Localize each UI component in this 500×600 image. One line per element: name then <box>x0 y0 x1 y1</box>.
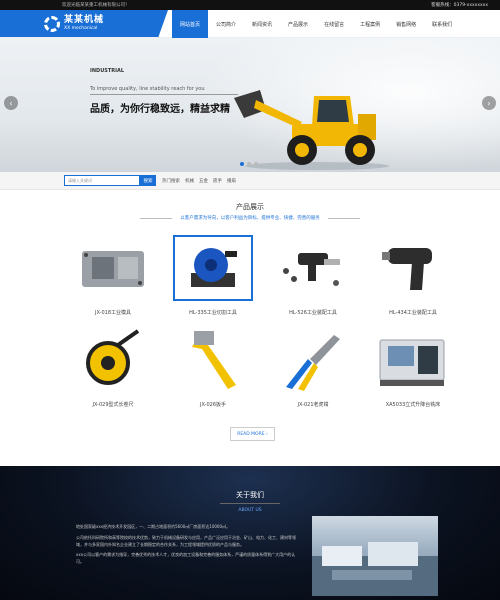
product-name: JX-026扳手 <box>200 402 226 408</box>
nav-news[interactable]: 新闻资讯 <box>244 10 280 38</box>
nav-home[interactable]: 网站首页 <box>172 10 209 38</box>
wheel-loader-image <box>234 90 389 170</box>
main-nav: 网站首页 公司简介 新闻资讯 产品展示 在线留言 工程案例 销售网络 联系我们 <box>172 10 460 38</box>
banner-industrial: INDUSTRIAL <box>90 68 124 74</box>
about-paragraph: xxx公司以客户的需求为指导，完善优秀的技术人才，优良的加工设备和完善的服务体系… <box>76 552 296 565</box>
banner-industrial-title: INDUSTRIAL <box>90 68 125 74</box>
about-subtitle: ABOUT US <box>238 508 262 513</box>
logo-cn: 某某机械 <box>64 14 105 25</box>
product-image <box>273 327 353 393</box>
product-card[interactable]: JX-021老虎钳 <box>268 327 358 415</box>
read-more-button[interactable]: READ MORE › <box>230 427 275 441</box>
site-header: 某某机械 XX mechanical 网站首页 公司简介 新闻资讯 产品展示 在… <box>0 10 500 38</box>
product-image <box>73 235 153 301</box>
search-button[interactable]: 搜索 <box>140 175 156 186</box>
product-card[interactable]: JX-029型式长卷尺 <box>68 327 158 415</box>
product-image <box>373 327 453 393</box>
about-paragraph: 地处国家级xxx经济技术开发园区，一、二期占地面积约5600㎡厂房面积达1000… <box>76 524 231 529</box>
about-text: 地处国家级xxx经济技术开发园区，一、二期占地面积约5600㎡厂房面积达1000… <box>76 524 298 570</box>
search-bar: 请输入关键词 搜索 热门搜索 机械 五金 扳手 播扇 <box>0 172 500 190</box>
slide-dot[interactable] <box>240 162 244 166</box>
about-title: 关于我们 <box>236 491 264 499</box>
hotline: 客服热线：0379-xxxxxxxx <box>431 2 488 8</box>
search-input[interactable]: 请输入关键词 <box>64 175 140 186</box>
slide-indicators <box>240 162 258 166</box>
hot-search-term[interactable]: 扳手 <box>213 178 222 184</box>
hot-search-term[interactable]: 机械 <box>185 178 194 184</box>
gear-logo-icon <box>44 16 60 32</box>
nav-message[interactable]: 在线留言 <box>316 10 352 38</box>
product-name: HL-434工业装配工具 <box>389 310 437 316</box>
hot-search-term[interactable]: 播扇 <box>227 178 236 184</box>
hero-banner: INDUSTRIAL To improve quality, line stab… <box>0 38 500 172</box>
nav-contact[interactable]: 联系我们 <box>424 10 460 38</box>
hotline-label: 客服热线： <box>431 3 454 8</box>
product-name: HL-526工业装配工具 <box>289 310 337 316</box>
product-card[interactable]: XA5033立式升降台铣床 <box>368 327 458 415</box>
products-title: 产品展示 <box>236 203 264 211</box>
nav-sales[interactable]: 销售网络 <box>388 10 424 38</box>
chevron-right-icon[interactable]: › <box>482 96 496 110</box>
product-card[interactable]: HL-434工业装配工具 <box>368 235 458 323</box>
nav-products[interactable]: 产品展示 <box>280 10 316 38</box>
product-card[interactable]: HL-526工业装配工具 <box>268 235 358 323</box>
hot-search-label: 热门搜索 <box>162 178 180 184</box>
logo[interactable]: 某某机械 XX mechanical <box>0 10 168 38</box>
product-card[interactable]: JX-018工业模具 <box>68 235 158 323</box>
product-name: HL-335工业切割工具 <box>189 310 237 316</box>
nav-about[interactable]: 公司简介 <box>208 10 244 38</box>
product-image <box>373 235 453 301</box>
about-section: 关于我们 ABOUT US 地处国家级xxx经济技术开发园区，一、二期占地面积约… <box>0 466 500 600</box>
factory-image <box>312 516 438 596</box>
hotline-number: 0379-xxxxxxxx <box>453 3 488 8</box>
product-card[interactable]: HL-335工业切割工具 <box>168 235 258 323</box>
about-paragraph: 公司依托科研院所和高等院校的技术优势，致力于机械设备研发与应用，产品广泛应用于冶… <box>76 534 296 547</box>
product-name: JX-018工业模具 <box>95 310 131 316</box>
hot-search-term[interactable]: 五金 <box>199 178 208 184</box>
banner-tagline-en: To improve quality, line stability reach… <box>90 86 205 92</box>
product-image <box>173 327 253 393</box>
product-name: JX-021老虎钳 <box>297 402 329 408</box>
chevron-left-icon[interactable]: ‹ <box>4 96 18 110</box>
nav-cases[interactable]: 工程案例 <box>352 10 388 38</box>
product-grid: JX-018工业模具 HL-335工业切割工具 HL-526工业装配工具 HL-… <box>68 235 500 415</box>
welcome-text: 欢迎光临某某重工机械有限公司！ <box>62 3 130 8</box>
products-subtitle: 以客户需求为导向，以客户利益为目标，提供专业、快捷、完善的服务 <box>0 215 500 221</box>
product-image <box>173 235 253 301</box>
product-image <box>273 235 353 301</box>
slide-dot[interactable] <box>247 162 251 166</box>
hot-searches: 热门搜索 机械 五金 扳手 播扇 <box>162 178 236 184</box>
top-strip: 欢迎光临某某重工机械有限公司！ 客服热线：0379-xxxxxxxx <box>0 0 500 10</box>
product-card[interactable]: JX-026扳手 <box>168 327 258 415</box>
product-name: XA5033立式升降台铣床 <box>385 402 441 408</box>
product-image <box>73 327 153 393</box>
slide-dot[interactable] <box>254 162 258 166</box>
banner-tagline-cn: 品质，为你行稳致远，精益求精 <box>90 104 230 115</box>
product-name: JX-029型式长卷尺 <box>92 402 134 408</box>
logo-en: XX mechanical <box>64 25 98 31</box>
